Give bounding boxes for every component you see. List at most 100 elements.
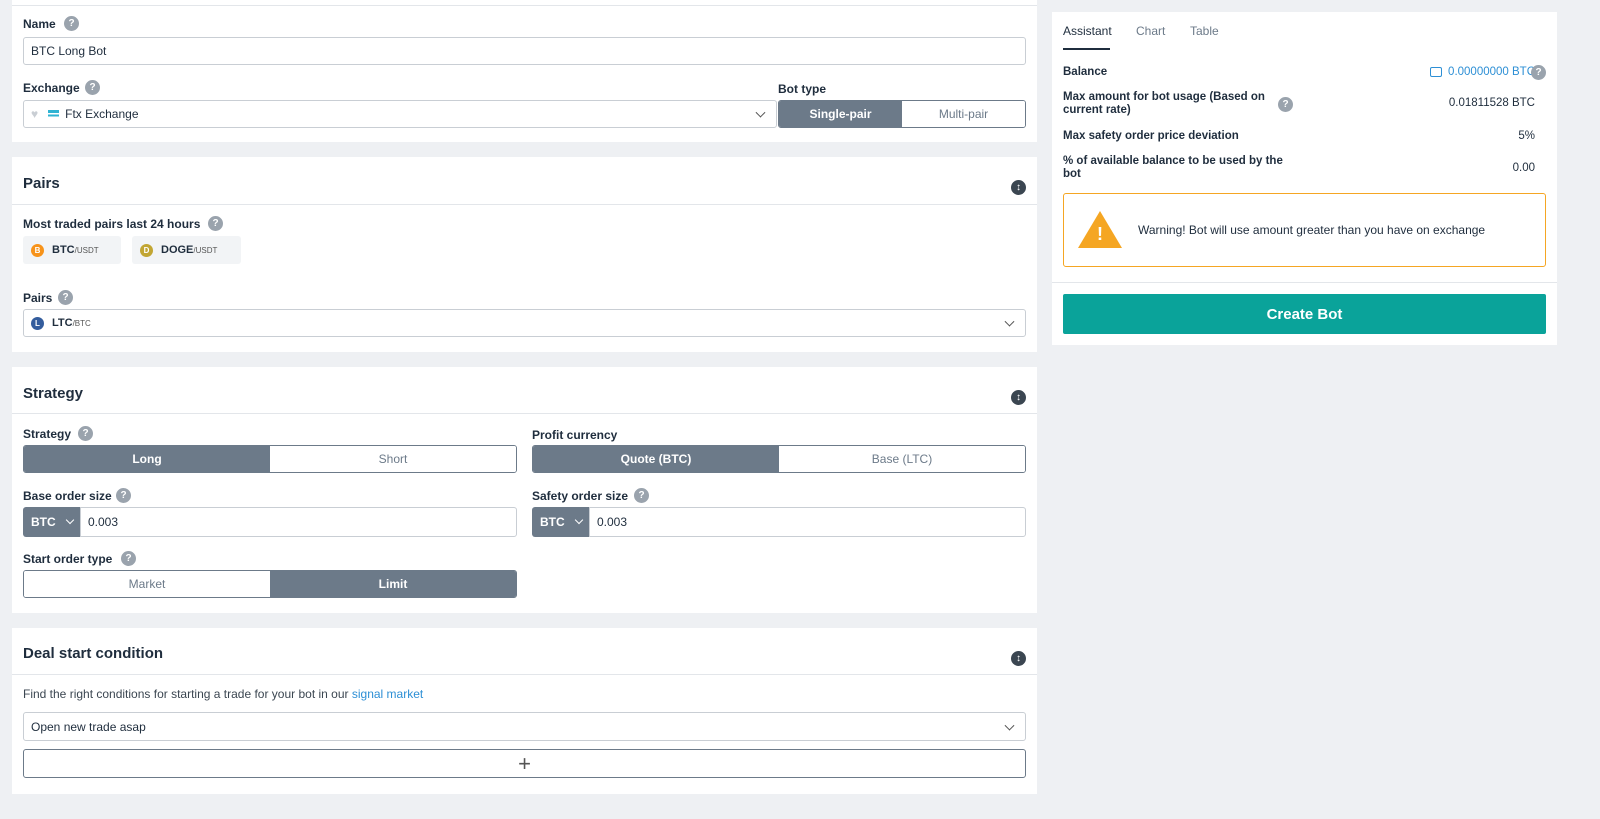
- create-bot-button[interactable]: Create Bot: [1063, 294, 1546, 334]
- condition-value: Open new trade asap: [31, 719, 146, 734]
- tab-table[interactable]: Table: [1190, 24, 1219, 38]
- profit-base[interactable]: Base (LTC): [779, 446, 1025, 472]
- help-icon[interactable]: ?: [64, 16, 79, 31]
- assistant-panel: Assistant Chart Table Balance 0.00000000…: [1052, 12, 1557, 345]
- strategy-long[interactable]: Long: [24, 446, 270, 472]
- btc-coin-icon: B: [31, 243, 44, 257]
- help-icon[interactable]: ?: [208, 216, 223, 231]
- help-icon[interactable]: ?: [116, 488, 131, 503]
- deal-start-card: Deal start condition ↕ Find the right co…: [12, 628, 1037, 794]
- max-deviation-value: 5%: [1518, 130, 1535, 142]
- start-order-limit[interactable]: Limit: [270, 571, 516, 597]
- pair-quote: /BTC: [72, 318, 91, 328]
- exchange-select[interactable]: ♥ Ftx Exchange: [23, 100, 777, 128]
- deal-start-title: Deal start condition: [23, 645, 164, 662]
- bot-type-toggle: Single-pair Multi-pair: [778, 100, 1026, 128]
- most-traded-label: Most traded pairs last 24 hours: [23, 217, 201, 231]
- strategy-card: Strategy ↕ Strategy ? Long Short Profit …: [12, 367, 1037, 613]
- help-icon[interactable]: ?: [78, 426, 93, 441]
- wallet-icon: [1430, 67, 1443, 77]
- chevron-down-icon: [755, 107, 766, 118]
- max-deviation-label: Max safety order price deviation: [1063, 130, 1239, 142]
- pairs-select[interactable]: L LTC/BTC: [23, 309, 1026, 337]
- tab-chart[interactable]: Chart: [1136, 24, 1165, 38]
- pair-base: LTC: [52, 317, 73, 329]
- chevron-down-icon: [65, 515, 74, 525]
- doge-coin-icon: D: [140, 243, 153, 257]
- collapse-icon[interactable]: ↕: [1011, 390, 1026, 405]
- active-tab-underline: [1063, 48, 1110, 50]
- ltc-coin-icon: L: [31, 316, 44, 330]
- tab-assistant[interactable]: Assistant: [1063, 24, 1112, 38]
- balance-label: Balance: [1063, 66, 1108, 78]
- heart-icon[interactable]: ♥: [31, 107, 38, 121]
- chip-quote: /USDT: [74, 245, 99, 255]
- bot-type-multi-pair[interactable]: Multi-pair: [902, 101, 1025, 127]
- pairs-title: Pairs: [23, 175, 60, 192]
- divider: [12, 674, 1037, 675]
- pairs-label: Pairs: [23, 291, 53, 305]
- name-label: Name: [23, 17, 56, 31]
- pair-chip-doge-usdt[interactable]: D DOGE/USDT: [132, 236, 241, 264]
- balance-percent-label: % of available balance to be used by the…: [1063, 155, 1283, 180]
- add-condition-button[interactable]: +: [23, 749, 1026, 778]
- description-text: Find the right conditions for starting a…: [23, 687, 349, 701]
- chip-quote: /USDT: [193, 245, 218, 255]
- plus-icon: +: [518, 750, 531, 776]
- bot-type-single-pair[interactable]: Single-pair: [779, 101, 902, 127]
- chip-base: BTC: [52, 244, 75, 256]
- currency-value: BTC: [31, 515, 56, 529]
- warning-box: ! Warning! Bot will use amount greater t…: [1063, 193, 1546, 267]
- chevron-down-icon: [1004, 720, 1015, 731]
- exchange-label: Exchange: [23, 81, 80, 95]
- strategy-toggle: Long Short: [23, 445, 517, 473]
- general-card: Name ? BTC Long Bot Exchange ? ♥ Ftx Exc…: [12, 0, 1037, 142]
- collapse-icon[interactable]: ↕: [1011, 180, 1026, 195]
- chevron-down-icon: [1004, 316, 1015, 327]
- help-icon[interactable]: ?: [58, 290, 73, 305]
- max-amount-label: Max amount for bot usage (Based on curre…: [1063, 91, 1265, 116]
- safety-order-input[interactable]: 0.003: [589, 507, 1026, 537]
- warning-mark: !: [1097, 224, 1103, 244]
- pairs-card: Pairs ↕ Most traded pairs last 24 hours …: [12, 157, 1037, 352]
- help-icon[interactable]: ?: [634, 488, 649, 503]
- strategy-title: Strategy: [23, 385, 84, 402]
- help-icon[interactable]: ?: [121, 551, 136, 566]
- chevron-down-icon: [574, 515, 583, 525]
- safety-order-currency-select[interactable]: BTC: [532, 507, 590, 537]
- divider: [12, 5, 1037, 6]
- balance-value: 0.00000000 BTC: [1430, 66, 1535, 78]
- profit-quote[interactable]: Quote (BTC): [533, 446, 779, 472]
- start-order-market[interactable]: Market: [24, 571, 270, 597]
- deal-condition-select[interactable]: Open new trade asap: [23, 712, 1026, 741]
- max-amount-value: 0.01811528 BTC: [1448, 97, 1535, 109]
- safety-order-label: Safety order size: [532, 489, 629, 503]
- balance-percent-value: 0.00: [1512, 162, 1535, 174]
- profit-currency-toggle: Quote (BTC) Base (LTC): [532, 445, 1026, 473]
- balance-amount: 0.00000000 BTC: [1448, 66, 1535, 78]
- warning-text: Warning! Bot will use amount greater tha…: [1138, 223, 1486, 237]
- base-order-label: Base order size: [23, 489, 112, 503]
- base-order-input[interactable]: 0.003: [80, 507, 517, 537]
- divider: [12, 204, 1037, 205]
- bot-type-label: Bot type: [778, 82, 826, 96]
- signal-market-link[interactable]: signal market: [352, 687, 423, 701]
- profit-currency-label: Profit currency: [532, 428, 618, 442]
- name-input[interactable]: BTC Long Bot: [23, 37, 1026, 65]
- ftx-logo-icon: [48, 109, 60, 119]
- strategy-short[interactable]: Short: [270, 446, 516, 472]
- currency-value: BTC: [540, 515, 565, 529]
- chip-base: DOGE: [161, 244, 194, 256]
- base-order-currency-select[interactable]: BTC: [23, 507, 81, 537]
- help-icon[interactable]: ?: [85, 80, 100, 95]
- divider: [12, 413, 1037, 414]
- collapse-icon[interactable]: ↕: [1011, 651, 1026, 666]
- start-order-type-label: Start order type: [23, 552, 113, 566]
- strategy-label: Strategy: [23, 427, 72, 441]
- exchange-value: Ftx Exchange: [65, 107, 139, 121]
- help-icon[interactable]: ?: [1278, 97, 1293, 112]
- help-icon[interactable]: ?: [1531, 65, 1546, 80]
- deal-start-description: Find the right conditions for starting a…: [23, 687, 423, 701]
- pair-chip-btc-usdt[interactable]: B BTC/USDT: [23, 236, 121, 264]
- start-order-type-toggle: Market Limit: [23, 570, 517, 598]
